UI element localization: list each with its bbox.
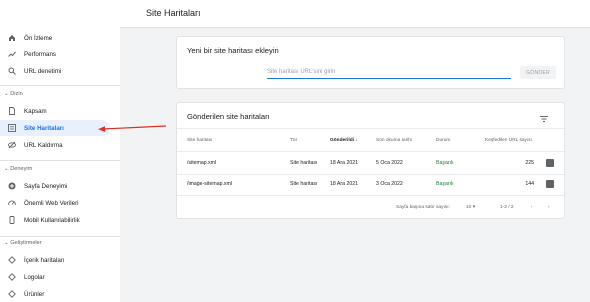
trending-up-icon	[8, 50, 16, 58]
discovered-url-count: 144	[525, 181, 534, 187]
submitted-sitemaps-title: Gönderilen site haritaları	[187, 112, 270, 121]
sidebar-divider	[0, 160, 120, 161]
sidebar-item-overview[interactable]: Ön İzleme	[0, 30, 110, 46]
sidebar-item-label: Site Haritaları	[24, 125, 64, 132]
column-header-discovered-urls[interactable]: Keşfedilen URL sayısı	[485, 138, 532, 143]
sitemap-type: Site haritası	[290, 160, 318, 166]
sidebar-item-coverage[interactable]: Kapsam	[0, 103, 110, 119]
submitted-date: 18 Ara 2021	[330, 160, 358, 166]
status-badge: Başarılı	[436, 181, 454, 187]
sidebar-item-core-web-vitals[interactable]: Önemli Web Verileri	[0, 195, 110, 211]
sidebar-section-index[interactable]: ⌄ Dizin	[4, 91, 23, 97]
home-icon	[8, 34, 16, 42]
divider	[177, 151, 566, 152]
last-read-date: 5 Oca 2022	[376, 160, 403, 166]
annotation-arrow	[98, 125, 167, 132]
page-range: 1-2 / 2	[500, 205, 514, 210]
sitemap-path: /sitemap.xml	[187, 160, 217, 166]
open-report-icon[interactable]	[546, 159, 554, 167]
sidebar-item-mobile-usability[interactable]: Mobil Kullanılabilirlik	[0, 212, 110, 228]
sidebar-item-sitemaps[interactable]: Site Haritaları	[0, 120, 110, 136]
phone-icon	[8, 216, 16, 224]
sidebar-item-logos[interactable]: Logolar	[0, 269, 110, 285]
caret-down-icon: ▾	[472, 205, 476, 210]
submitted-sitemaps-card: Gönderilen site haritaları Site haritası…	[176, 102, 566, 219]
divider	[177, 128, 566, 129]
sidebar-item-products[interactable]: Ürünler	[0, 286, 110, 302]
arrow-down-icon: ↓	[355, 138, 358, 143]
sidebar-item-label: Kapsam	[24, 108, 47, 115]
layers-icon	[8, 273, 16, 281]
search-icon	[8, 67, 16, 75]
sitemap-icon	[8, 124, 16, 132]
divider	[177, 174, 566, 175]
page-header: Site Haritaları	[120, 0, 590, 28]
sidebar-item-label: İçerik haritaları	[24, 257, 65, 264]
sidebar-divider	[0, 85, 120, 86]
sidebar-section-experience[interactable]: ⌄ Deneyim	[4, 166, 32, 172]
sidebar-section-enhancements[interactable]: ⌄ Geliştirmeler	[4, 240, 42, 246]
submit-button[interactable]: GÖNDER	[520, 66, 556, 79]
rows-per-page-select[interactable]: 10 ▾	[466, 205, 475, 210]
sidebar-item-label: Önemli Web Verileri	[24, 200, 79, 207]
status-badge: Başarılı	[436, 160, 454, 166]
add-circle-icon	[8, 182, 16, 190]
sidebar-item-label: Performans	[24, 51, 56, 58]
column-header-type[interactable]: Tür	[290, 138, 297, 143]
layers-icon	[8, 256, 16, 264]
sidebar-divider	[0, 236, 120, 237]
column-header-status[interactable]: Durum	[436, 138, 450, 143]
add-sitemap-title: Yeni bir site haritası ekleyin	[187, 46, 279, 55]
discovered-url-count: 225	[525, 160, 534, 166]
sidebar-item-label: Mobil Kullanılabilirlik	[24, 217, 80, 224]
divider	[177, 195, 566, 196]
sitemap-type: Site haritası	[290, 181, 318, 187]
next-page-icon[interactable]: ›	[548, 205, 550, 210]
layers-icon	[8, 290, 16, 298]
sidebar-item-label: Ön İzleme	[24, 35, 53, 42]
sidebar-item-url-removal[interactable]: URL Kaldırma	[0, 137, 110, 153]
sidebar-item-url-inspection[interactable]: URL denetimi	[0, 63, 110, 79]
page-title: Site Haritaları	[146, 8, 201, 18]
sidebar-item-label: Ürünler	[24, 291, 45, 298]
sidebar-item-label: URL Kaldırma	[24, 142, 63, 149]
column-header-last-read[interactable]: Son okuma tarihi	[376, 138, 412, 143]
sidebar-item-label: Sayfa Deneyimi	[24, 183, 68, 190]
rows-per-page-label: Sayfa başına satır sayısı:	[396, 205, 450, 210]
sidebar-item-breadcrumbs[interactable]: İçerik haritaları	[0, 252, 110, 268]
prev-page-icon[interactable]: ‹	[531, 205, 533, 210]
sitemap-url-input[interactable]: Site haritası URL'sini girin	[267, 67, 511, 79]
column-header-submitted[interactable]: Gönderildi ↓	[330, 138, 358, 143]
submitted-date: 18 Ara 2021	[330, 181, 358, 187]
file-icon	[8, 107, 16, 115]
last-read-date: 3 Oca 2022	[376, 181, 403, 187]
filter-icon[interactable]	[539, 111, 549, 122]
eye-off-icon	[8, 141, 16, 149]
sitemap-path: /image-sitemap.xml	[187, 181, 232, 187]
speed-icon	[8, 199, 16, 207]
sidebar-item-page-experience[interactable]: Sayfa Deneyimi	[0, 178, 110, 194]
column-header-sitemap[interactable]: Site haritası	[187, 138, 212, 143]
sidebar-item-label: Logolar	[24, 274, 45, 281]
open-report-icon[interactable]	[546, 180, 554, 188]
sidebar: Ön İzleme Performans URL denetimi ⌄ Dizi…	[0, 0, 120, 302]
add-sitemap-card: Yeni bir site haritası ekleyin Site hari…	[176, 36, 565, 89]
sidebar-item-performance[interactable]: Performans	[0, 46, 110, 62]
sidebar-item-label: URL denetimi	[24, 68, 62, 75]
